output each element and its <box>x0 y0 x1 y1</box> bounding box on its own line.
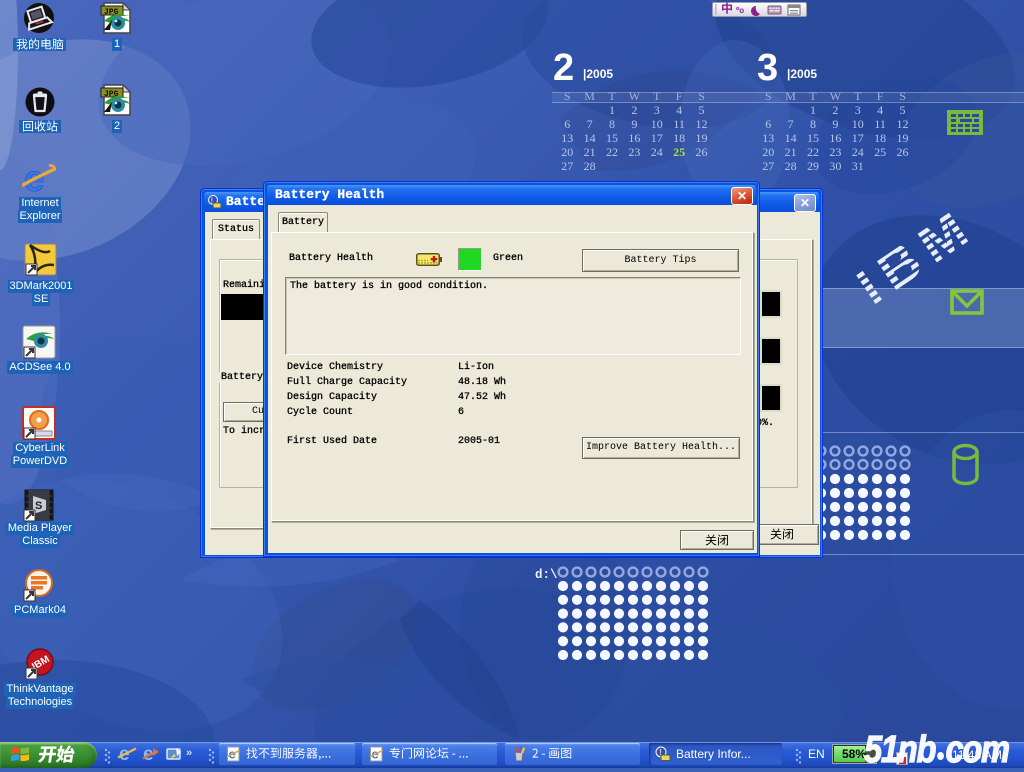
svg-text:d:\: d:\ <box>535 568 558 582</box>
svg-text:»: » <box>186 747 192 759</box>
svg-text:ºo: ºo <box>736 5 744 15</box>
svg-text:S: S <box>35 500 42 512</box>
